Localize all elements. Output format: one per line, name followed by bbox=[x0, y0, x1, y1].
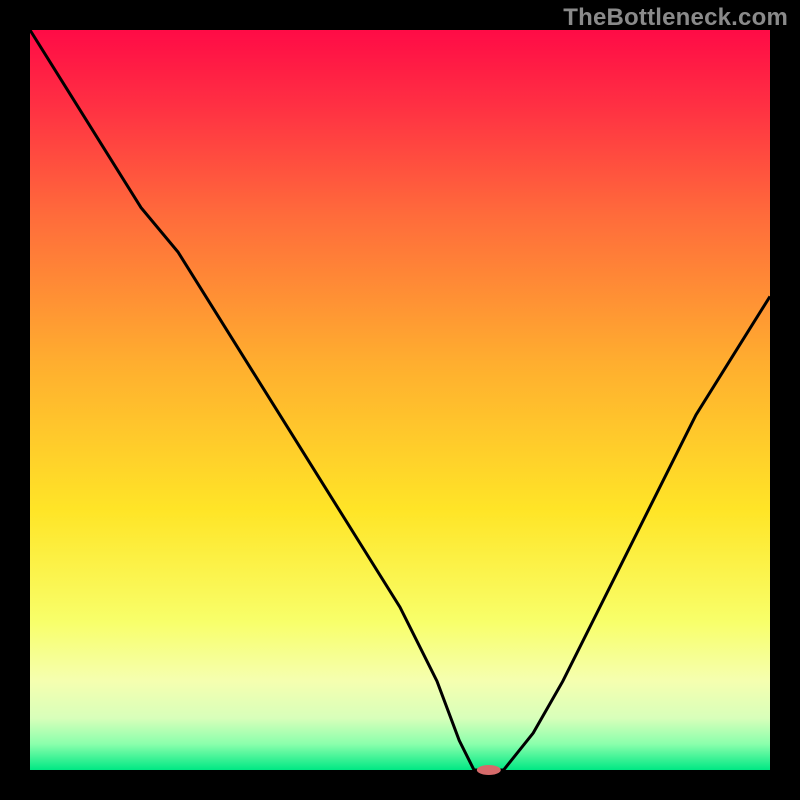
watermark-text: TheBottleneck.com bbox=[563, 4, 788, 32]
bottleneck-chart bbox=[0, 0, 800, 800]
chart-container: TheBottleneck.com bbox=[0, 0, 800, 800]
optimal-marker bbox=[477, 765, 501, 775]
gradient-background bbox=[30, 30, 770, 770]
